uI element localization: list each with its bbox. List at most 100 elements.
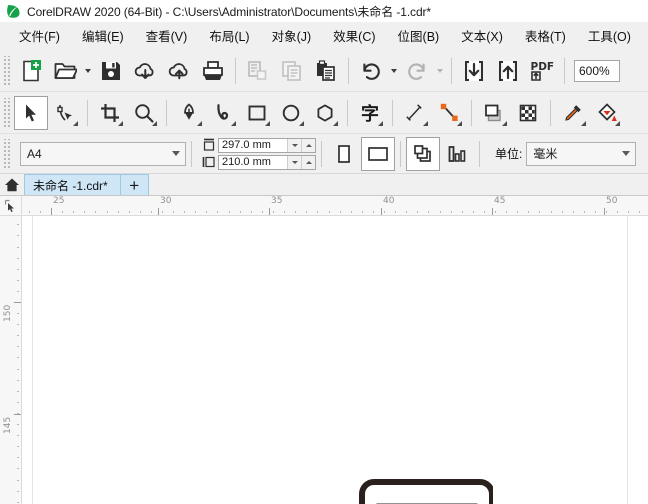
- ruler-minor-tick: [428, 211, 429, 213]
- toolbox-grip[interactable]: [2, 97, 11, 128]
- crop-tool[interactable]: [93, 96, 127, 130]
- ruler-minor-tick: [84, 211, 85, 213]
- landscape-button[interactable]: [361, 136, 395, 171]
- toolbar-separator: [564, 57, 565, 84]
- dropshadow-tool[interactable]: [477, 96, 511, 130]
- toolbar-separator: [348, 57, 349, 84]
- ruler-minor-tick: [584, 211, 585, 213]
- page-height-decrement[interactable]: [287, 155, 301, 169]
- menu-layout[interactable]: 布局(L): [198, 23, 260, 49]
- chevron-down-icon: [167, 143, 185, 165]
- menu-text[interactable]: 文本(X): [450, 23, 514, 49]
- ruler-minor-tick: [217, 211, 218, 213]
- ellipse-tool[interactable]: [274, 96, 308, 130]
- menu-object[interactable]: 对象(J): [261, 23, 323, 49]
- color-eyedropper-tool[interactable]: [556, 96, 590, 130]
- document-tab[interactable]: 未命名 -1.cdr*: [24, 174, 121, 195]
- toolbox-separator: [166, 99, 167, 126]
- drawing-canvas[interactable]: [22, 216, 648, 504]
- text-tool[interactable]: 字: [353, 96, 387, 130]
- units-combo[interactable]: 毫米: [526, 141, 637, 166]
- zoom-level-input[interactable]: 600%: [574, 59, 620, 82]
- property-separator: [479, 140, 480, 167]
- ruler-minor-tick: [17, 424, 19, 425]
- page-height-increment[interactable]: [301, 155, 315, 169]
- menu-edit[interactable]: 编辑(E): [71, 23, 135, 49]
- ruler-minor-tick: [639, 211, 640, 213]
- calculator-vector-drawing[interactable]: [359, 479, 495, 504]
- redo-button[interactable]: [400, 54, 434, 88]
- open-document-dropdown[interactable]: [82, 54, 94, 88]
- menu-view[interactable]: 查看(V): [135, 23, 199, 49]
- toolbox-bar: 字: [0, 92, 648, 134]
- new-document-button[interactable]: [14, 54, 48, 88]
- all-pages-button[interactable]: [406, 136, 440, 171]
- page-width-decrement[interactable]: [287, 138, 301, 152]
- ruler-minor-tick: [573, 211, 574, 213]
- import-button[interactable]: [457, 54, 491, 88]
- bspline-tool[interactable]: [206, 96, 240, 130]
- undo-button[interactable]: [354, 54, 388, 88]
- ruler-minor-tick: [29, 211, 30, 213]
- ruler-minor-tick: [17, 258, 19, 259]
- page-boundary: [32, 216, 628, 504]
- zoom-tool[interactable]: [127, 96, 161, 130]
- page-width-spinner[interactable]: 297.0 mm: [218, 137, 316, 153]
- portrait-button[interactable]: [327, 137, 361, 171]
- toolbox-separator: [347, 99, 348, 126]
- current-page-button[interactable]: [440, 137, 474, 171]
- toolbar-grip[interactable]: [2, 55, 11, 86]
- copy-button[interactable]: [275, 54, 309, 88]
- new-tab-button[interactable]: +: [120, 174, 149, 195]
- transparency-tool[interactable]: [511, 96, 545, 130]
- title-bar: CorelDRAW 2020 (64-Bit) - C:\Users\Admin…: [0, 0, 648, 22]
- ruler-minor-tick: [440, 211, 441, 213]
- rectangle-tool[interactable]: [240, 96, 274, 130]
- menu-effects[interactable]: 效果(C): [322, 23, 386, 49]
- ruler-major-tick: [604, 208, 605, 215]
- page-height-spinner[interactable]: 210.0 mm: [218, 154, 316, 170]
- ruler-minor-tick: [17, 380, 19, 381]
- open-document-button[interactable]: [48, 54, 82, 88]
- shape-tool[interactable]: [48, 96, 82, 130]
- interactive-fill-tool[interactable]: [590, 96, 624, 130]
- ruler-minor-tick: [95, 211, 96, 213]
- undo-dropdown[interactable]: [388, 54, 400, 88]
- ruler-minor-tick: [539, 211, 540, 213]
- ruler-minor-tick: [273, 211, 274, 213]
- menu-table[interactable]: 表格(T): [514, 23, 577, 49]
- paste-button[interactable]: [309, 54, 343, 88]
- ruler-minor-tick: [506, 211, 507, 213]
- export-button[interactable]: [491, 54, 525, 88]
- coreldraw-balloon-icon: [6, 4, 21, 19]
- pick-tool[interactable]: [14, 95, 48, 130]
- menu-file[interactable]: 文件(F): [8, 23, 71, 49]
- standard-toolbar: PDF 600%: [0, 50, 648, 92]
- toolbox-separator: [471, 99, 472, 126]
- horizontal-ruler[interactable]: 25 30 35 40 45 50: [22, 196, 648, 216]
- home-button[interactable]: [0, 174, 24, 195]
- print-button[interactable]: [196, 54, 230, 88]
- menu-bitmap[interactable]: 位图(B): [387, 23, 451, 49]
- polygon-tool[interactable]: [308, 96, 342, 130]
- page-size-combo[interactable]: A4: [20, 141, 186, 166]
- connector-tool[interactable]: [432, 96, 466, 130]
- ruler-origin-icon[interactable]: [0, 196, 22, 216]
- export-pdf-button[interactable]: PDF: [525, 54, 559, 88]
- ruler-minor-tick: [17, 402, 19, 403]
- ruler-minor-tick: [17, 346, 19, 347]
- freehand-tool[interactable]: [172, 96, 206, 130]
- save-document-button[interactable]: [94, 54, 128, 88]
- page-width-row: 297.0 mm: [201, 137, 316, 153]
- menu-tools[interactable]: 工具(O): [577, 23, 642, 49]
- upload-cloud-button[interactable]: [162, 54, 196, 88]
- page-width-increment[interactable]: [301, 138, 315, 152]
- ruler-minor-tick: [40, 211, 41, 213]
- page-size-value: A4: [27, 146, 42, 161]
- cut-button[interactable]: [241, 54, 275, 88]
- download-cloud-button[interactable]: [128, 54, 162, 88]
- vertical-ruler[interactable]: 150 145: [0, 216, 22, 504]
- dimension-tool[interactable]: [398, 96, 432, 130]
- redo-dropdown[interactable]: [434, 54, 446, 88]
- property-bar-grip[interactable]: [2, 138, 11, 169]
